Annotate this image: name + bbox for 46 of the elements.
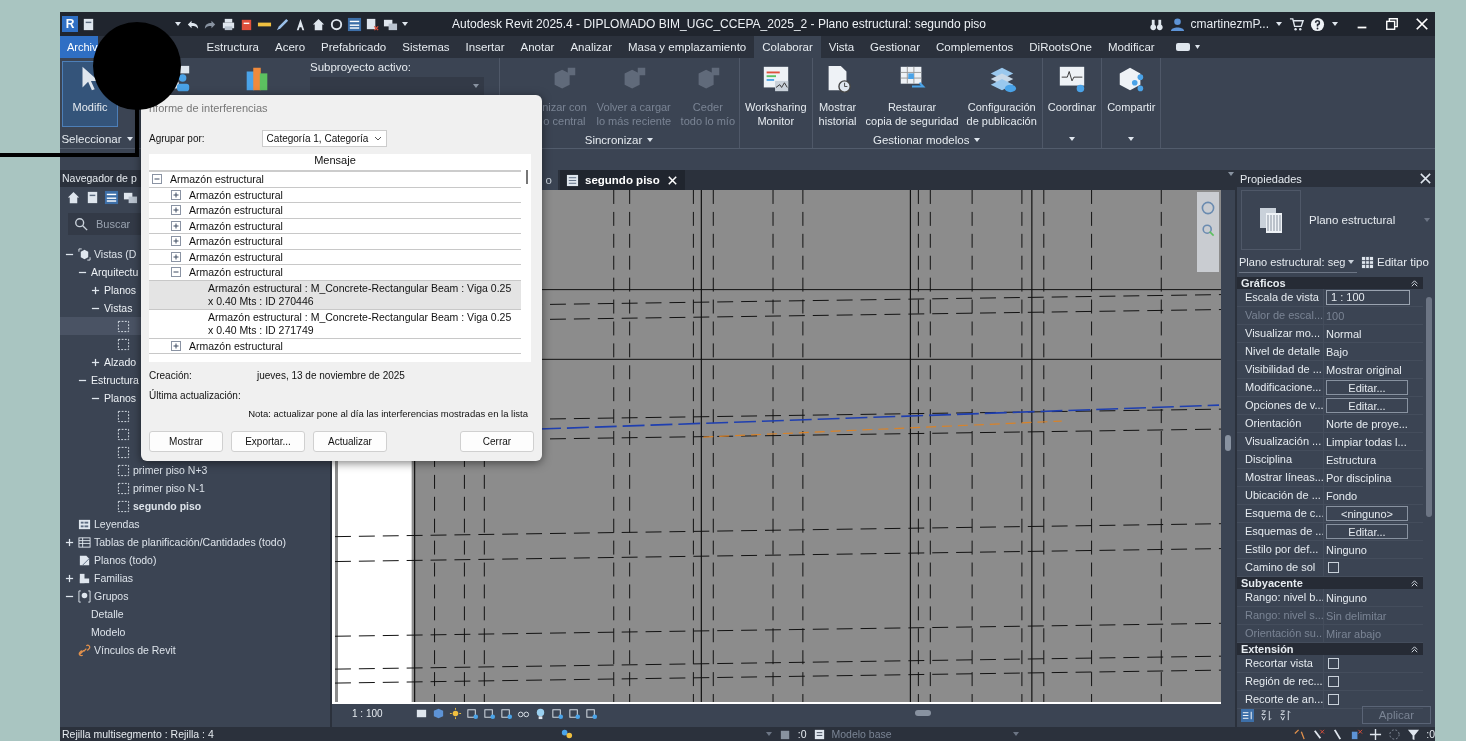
property-label: Recortar vista: [1237, 655, 1324, 672]
property-label: Valor de escal...: [1237, 307, 1324, 324]
property-label: Estilo por def...: [1237, 541, 1324, 558]
property-label: Disciplina: [1237, 451, 1324, 468]
property-label: Ubicación de ...: [1237, 487, 1324, 504]
workset-count: :0: [797, 728, 807, 740]
property-value: Bajo: [1326, 345, 1349, 358]
group-by-label: Agrupar por:: [149, 132, 205, 144]
property-value: Sin delimitar: [1326, 609, 1387, 622]
status-text: Rejilla multisegmento : Rejilla : 4: [62, 728, 214, 740]
property-label: Rango: nivel b...: [1237, 589, 1324, 606]
property-label: Visualización ...: [1237, 433, 1324, 450]
property-label: Recorte de an...: [1237, 691, 1324, 708]
property-label: Orientación: [1237, 415, 1324, 432]
property-label: Región de rec...: [1237, 673, 1324, 690]
property-label: Camino de sol: [1237, 559, 1324, 576]
property-label: Escala de vista: [1237, 289, 1324, 306]
property-value: Ninguno: [1326, 543, 1367, 556]
property-label: Visibilidad de ...: [1237, 361, 1324, 378]
created-label: Creación:: [149, 369, 193, 381]
property-value: Fondo: [1326, 489, 1358, 502]
last-updated-label: Última actualización:: [149, 389, 241, 401]
property-value: Norte de proye...: [1326, 417, 1408, 430]
dialog-title: nforme de interferencias: [149, 101, 269, 116]
property-label: Esquema de c...: [1237, 505, 1324, 522]
property-label: Esquemas de ...: [1237, 523, 1324, 540]
property-value: Mostrar original: [1326, 363, 1402, 376]
property-label: Visualizar mo...: [1237, 325, 1324, 342]
filter-count: :0: [1426, 728, 1435, 740]
created-value: jueves, 13 de noviembre de 2025: [257, 369, 405, 381]
note-text: Nota: actualizar pone al día las interferencias mostradas en la lista: [247, 408, 529, 419]
property-value: Normal: [1326, 327, 1362, 340]
properties-title: Propiedades: [1240, 172, 1302, 185]
property-label: Orientación su...: [1237, 625, 1324, 642]
property-value: Ninguno: [1326, 591, 1367, 604]
property-label: Modificacione...: [1237, 379, 1324, 396]
property-value: 100: [1326, 309, 1345, 322]
property-label: Opciones de v...: [1237, 397, 1324, 414]
property-label: Nivel de detalle: [1237, 343, 1324, 360]
property-value: Estructura: [1326, 453, 1377, 466]
window-title: Autodesk Revit 2025.4 - DIPLOMADO BIM_UGC_CCEPA_2025_2 - Plano estructural: segundo piso: [452, 17, 987, 31]
property-value: Limpiar todas l...: [1326, 435, 1407, 448]
property-label: Mostrar líneas...: [1237, 469, 1324, 486]
property-value: Por disciplina: [1326, 471, 1392, 484]
subproject-label: Subproyecto activo:: [310, 61, 412, 73]
property-value: Mirar abajo: [1326, 627, 1382, 640]
